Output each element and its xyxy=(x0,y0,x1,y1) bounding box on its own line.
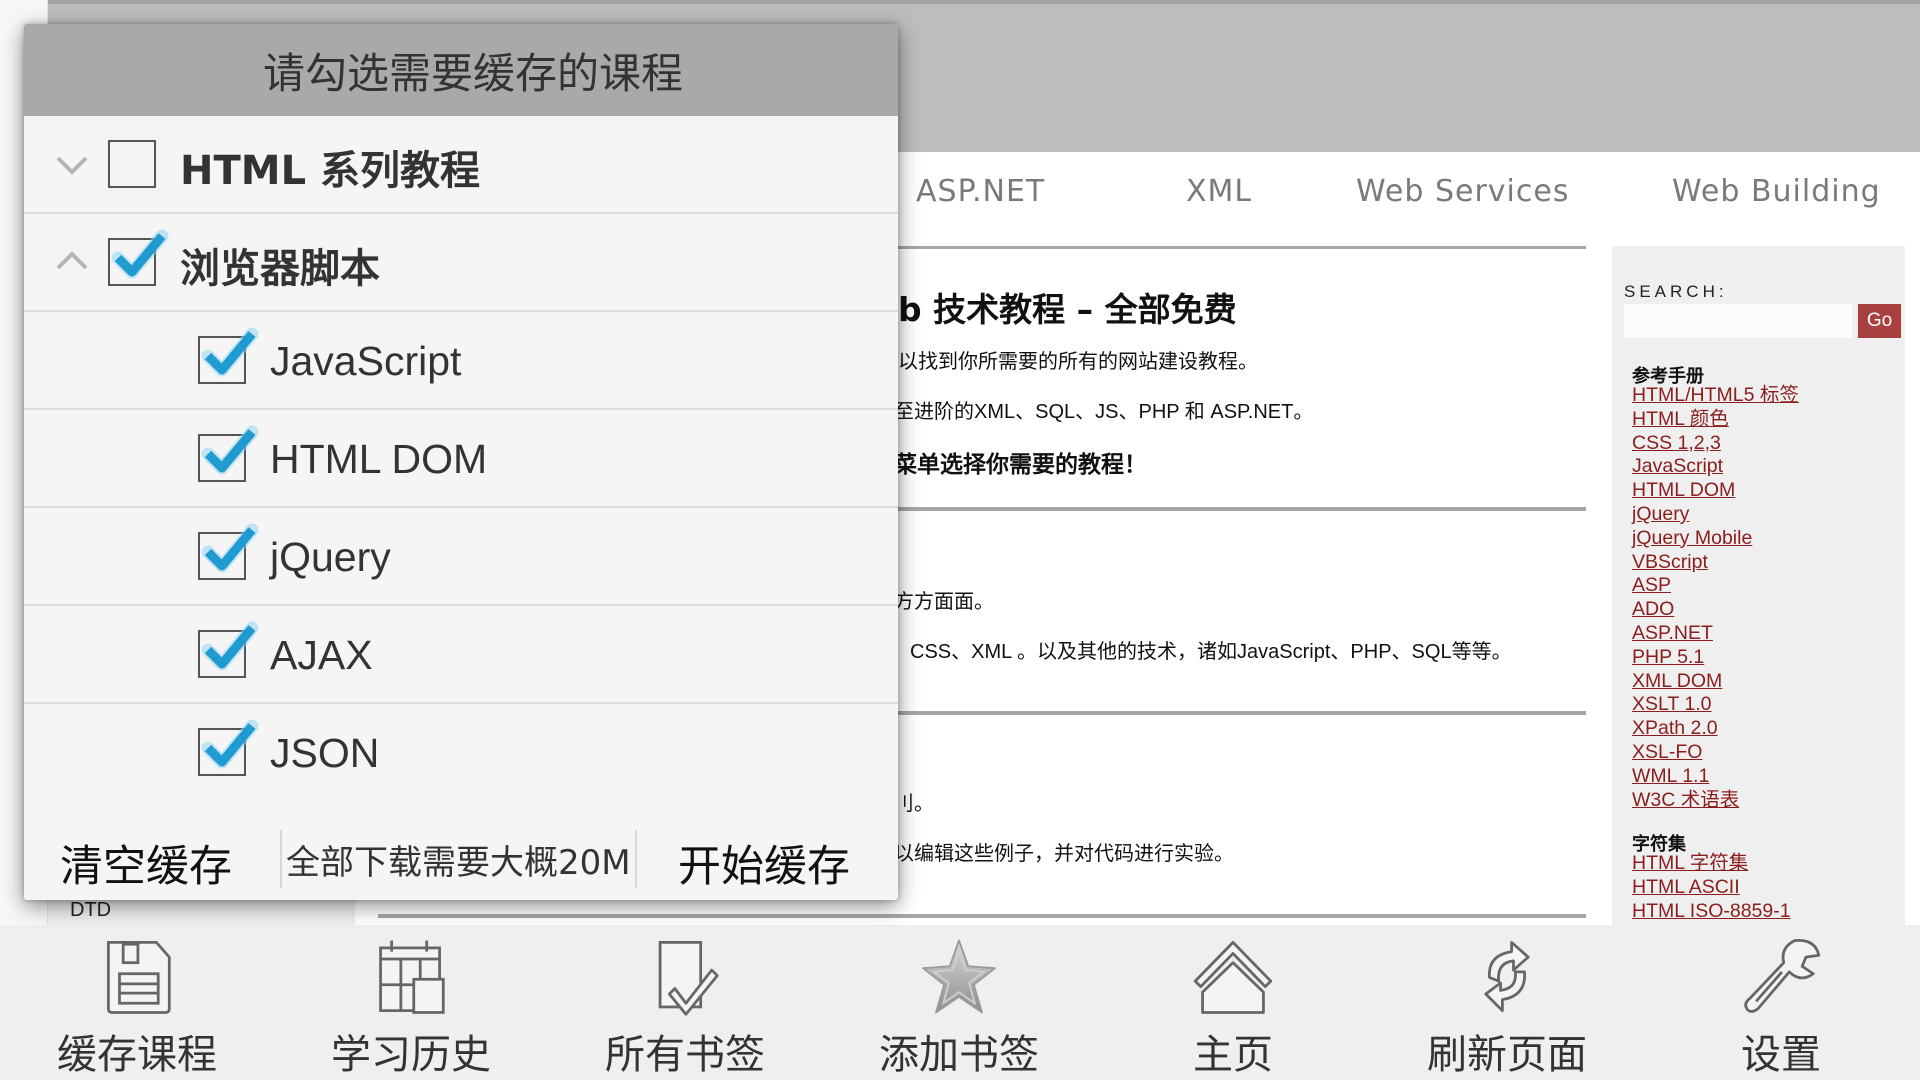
content-paragraph: 、CSS、XML 。以及其他的技术，诸如JavaScript、PHP、SQL等等… xyxy=(890,641,1512,663)
group-label: HTML 系列教程 xyxy=(180,148,480,194)
course-label: JSON xyxy=(270,730,380,776)
checkbox-javascript[interactable] xyxy=(198,327,259,384)
toolbar-label: 主页 xyxy=(1193,1032,1273,1078)
course-label: AJAX xyxy=(270,632,373,678)
nav-tab-web-services[interactable]: Web Services xyxy=(1356,174,1569,209)
checkmark-icon xyxy=(201,523,259,573)
checkbox-ajax[interactable] xyxy=(198,621,259,678)
chevron-down-icon[interactable] xyxy=(52,146,92,182)
course-label: JavaScript xyxy=(270,338,462,384)
floppy-disk-icon xyxy=(107,940,171,1014)
toolbar-settings-button[interactable]: 设置 xyxy=(1644,925,1918,1080)
reference-link[interactable]: WML 1.1 xyxy=(1632,765,1709,787)
start-cache-button[interactable]: 开始缓存 xyxy=(678,832,850,894)
cache-course-dialog: 请勾选需要缓存的课程 HTML 系列教程 浏览器脚本 JavaScript HT… xyxy=(24,24,898,900)
toolbar-cache-courses-button[interactable]: 缓存课程 xyxy=(0,925,274,1080)
course-label: jQuery xyxy=(270,534,391,580)
reference-link[interactable]: ADO xyxy=(1632,598,1674,620)
toolbar-home-button[interactable]: 主页 xyxy=(1096,925,1370,1080)
home-icon xyxy=(1193,940,1273,1014)
toolbar-label: 设置 xyxy=(1741,1032,1821,1078)
checkmark-icon xyxy=(111,229,169,279)
dialog-title: 请勾选需要缓存的课程 xyxy=(262,48,683,98)
reference-link[interactable]: XSL-FO xyxy=(1632,741,1702,763)
course-group-browser-script[interactable]: 浏览器脚本 xyxy=(24,214,898,312)
course-label: HTML DOM xyxy=(270,436,488,482)
reference-link[interactable]: PHP 5.1 xyxy=(1632,646,1704,668)
star-icon xyxy=(922,939,996,1014)
reference-link[interactable]: HTML 颜色 xyxy=(1632,408,1729,430)
toolbar-label: 学习历史 xyxy=(331,1032,491,1078)
right-sidebar: SEARCH: Go 参考手册 HTML/HTML5 标签 HTML 颜色 CSS … xyxy=(1612,246,1905,925)
refresh-icon xyxy=(1484,940,1530,1013)
group-label: 浏览器脚本 xyxy=(180,246,380,292)
course-item-javascript[interactable]: JavaScript xyxy=(24,312,898,410)
search-label: SEARCH: xyxy=(1624,282,1728,301)
toolbar-label: 添加书签 xyxy=(879,1032,1039,1078)
course-item-ajax[interactable]: AJAX xyxy=(24,606,898,704)
reference-link[interactable]: ASP xyxy=(1632,574,1671,596)
content-paragraph: 刂。 xyxy=(894,793,934,815)
dialog-actions: 清空缓存 全部下载需要大概20M 开始缓存 xyxy=(24,810,898,900)
charset-link[interactable]: HTML 字符集 xyxy=(1632,852,1748,874)
charset-link[interactable]: HTML ASCII xyxy=(1632,876,1740,898)
checkbox-json[interactable] xyxy=(198,719,259,776)
bottom-toolbar: 缓存课程 学习历史 所有书签 添加书签 主页 刷新页面 设置 xyxy=(0,925,1920,1080)
toolbar-label: 刷新页面 xyxy=(1427,1032,1587,1078)
checkbox-html-group[interactable] xyxy=(108,140,156,188)
nav-tab-web-building[interactable]: Web Building xyxy=(1672,174,1881,209)
download-size-info: 全部下载需要大概20M xyxy=(280,830,637,888)
dialog-header: 请勾选需要缓存的课程 xyxy=(24,24,898,116)
page-heading: b 技术教程 – 全部免费 xyxy=(898,290,1237,329)
wrench-icon xyxy=(1744,938,1821,1013)
left-nav-item[interactable]: DTD xyxy=(70,899,111,922)
charset-link[interactable]: HTML ISO-8859-1 xyxy=(1632,900,1791,922)
clear-cache-button[interactable]: 清空缓存 xyxy=(60,832,232,894)
reference-link[interactable]: VBScript xyxy=(1632,551,1708,573)
course-item-jquery[interactable]: jQuery xyxy=(24,508,898,606)
reference-link[interactable]: XPath 2.0 xyxy=(1632,717,1718,739)
reference-link[interactable]: jQuery xyxy=(1632,503,1689,525)
content-paragraph-bold: 菜单选择你需要的教程！ xyxy=(894,451,1147,477)
course-group-html[interactable]: HTML 系列教程 xyxy=(24,116,898,214)
toolbar-label: 所有书签 xyxy=(605,1032,765,1078)
content-paragraph: 以找到你所需要的所有的网站建设教程。 xyxy=(898,351,1258,373)
checkmark-icon xyxy=(201,327,259,377)
app-screen: ASP.NET XML Web Services Web Building XM… xyxy=(0,0,1920,1080)
reference-link[interactable]: jQuery Mobile xyxy=(1632,527,1752,549)
toolbar-label: 缓存课程 xyxy=(57,1032,217,1078)
reference-link[interactable]: ASP.NET xyxy=(1632,622,1713,644)
toolbar-refresh-button[interactable]: 刷新页面 xyxy=(1370,925,1644,1080)
section-divider xyxy=(378,914,1586,918)
content-paragraph: 至进阶的XML、SQL、JS、PHP 和 ASP.NET。 xyxy=(894,401,1314,423)
nav-tab-aspnet[interactable]: ASP.NET xyxy=(916,174,1045,209)
reference-link[interactable]: W3C 术语表 xyxy=(1632,789,1739,811)
content-paragraph: 方方面面。 xyxy=(894,591,994,613)
reference-link[interactable]: CSS 1,2,3 xyxy=(1632,432,1721,454)
reference-link[interactable]: XML DOM xyxy=(1632,670,1722,692)
bookmark-check-icon xyxy=(658,940,719,1016)
reference-link[interactable]: XSLT 1.0 xyxy=(1632,693,1712,715)
nav-tab-xml[interactable]: XML xyxy=(1186,174,1252,209)
toolbar-history-button[interactable]: 学习历史 xyxy=(274,925,548,1080)
checkmark-icon xyxy=(201,621,259,671)
content-paragraph: 以编辑这些例子，并对代码进行实验。 xyxy=(894,843,1234,865)
checkbox-html-dom[interactable] xyxy=(198,425,259,482)
toolbar-all-bookmarks-button[interactable]: 所有书签 xyxy=(548,925,822,1080)
calendar-icon xyxy=(379,940,445,1014)
chevron-up-icon[interactable] xyxy=(52,244,92,280)
reference-link[interactable]: HTML/HTML5 标签 xyxy=(1632,384,1799,406)
course-item-json[interactable]: JSON xyxy=(24,704,898,802)
checkmark-icon xyxy=(201,425,259,475)
reference-link[interactable]: HTML DOM xyxy=(1632,479,1735,501)
reference-link[interactable]: JavaScript xyxy=(1632,455,1723,477)
toolbar-add-bookmark-button[interactable]: 添加书签 xyxy=(822,925,1096,1080)
search-go-button[interactable]: Go xyxy=(1858,304,1901,338)
checkmark-icon xyxy=(201,719,259,769)
checkbox-jquery[interactable] xyxy=(198,523,259,580)
checkbox-browser-script-group[interactable] xyxy=(108,229,169,286)
search-input[interactable] xyxy=(1624,304,1852,338)
course-item-html-dom[interactable]: HTML DOM xyxy=(24,410,898,508)
